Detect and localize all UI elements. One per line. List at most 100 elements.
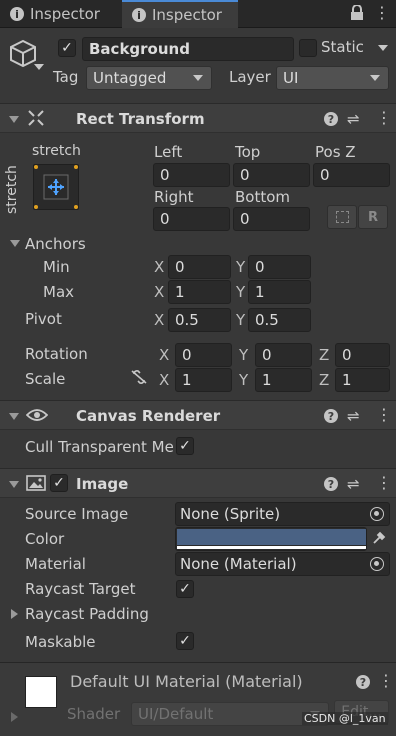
anchor-max-x-field[interactable]: 1 (168, 280, 231, 304)
cull-transparent-checkbox[interactable]: ✓ (176, 437, 194, 455)
scale-x-field[interactable]: 1 (175, 368, 232, 392)
collapse-icon[interactable] (9, 116, 19, 123)
rotation-y-label: Y (239, 346, 249, 364)
tab-inspector-1[interactable]: i Inspector (0, 0, 118, 28)
anchor-min-y-field[interactable]: 0 (248, 255, 311, 279)
bottom-label: Bottom (235, 188, 291, 206)
anchor-preset-top-label: stretch (32, 143, 81, 159)
raycast-padding-expand-icon[interactable] (11, 609, 18, 619)
shader-dropdown[interactable]: UI/Default (131, 702, 329, 726)
more-menu-icon[interactable]: ⋮ (374, 4, 390, 22)
rotation-label: Rotation (25, 345, 88, 363)
max-y-label: Y (236, 283, 246, 301)
anchors-collapse-icon[interactable] (10, 240, 20, 247)
icon-dropdown-arrow[interactable] (34, 64, 44, 70)
material-expand-icon[interactable] (11, 712, 18, 722)
rect-transform-icon (28, 110, 44, 130)
rotation-z-label: Z (319, 346, 330, 364)
max-x-label: X (154, 283, 165, 301)
info-icon: i (10, 7, 24, 21)
tag-dropdown[interactable]: Untagged (86, 66, 212, 90)
pivot-y-field[interactable]: 0.5 (248, 308, 311, 332)
object-picker-icon[interactable] (370, 557, 384, 571)
top-field[interactable]: 0 (233, 163, 310, 187)
posz-field[interactable]: 0 (313, 163, 390, 187)
static-label: Static (321, 38, 364, 56)
help-icon[interactable]: ? (356, 675, 370, 689)
pivot-y-label: Y (236, 311, 246, 329)
rect-transform-title: Rect Transform (76, 110, 205, 128)
rect-transform-header[interactable]: Rect Transform ? ⇌ ⋮ (0, 103, 396, 133)
scale-y-field[interactable]: 1 (255, 368, 312, 392)
scale-label: Scale (25, 370, 66, 388)
bottom-field[interactable]: 0 (233, 207, 310, 231)
static-dropdown-arrow[interactable] (378, 45, 388, 51)
preset-icon[interactable]: ⇌ (347, 475, 360, 493)
preset-icon[interactable]: ⇌ (347, 110, 360, 128)
anchor-max-y-field[interactable]: 1 (248, 280, 311, 304)
canvas-renderer-title: Canvas Renderer (76, 407, 221, 425)
left-field[interactable]: 0 (153, 163, 230, 187)
shader-value: UI/Default (138, 705, 214, 723)
collapse-icon[interactable] (9, 413, 19, 420)
name-field[interactable]: Background (82, 37, 294, 61)
static-checkbox[interactable] (299, 39, 317, 57)
rotation-y-field[interactable]: 0 (255, 343, 312, 367)
blueprint-icon (336, 211, 349, 223)
more-menu-icon[interactable]: ⋮ (376, 108, 392, 127)
raycast-target-label: Raycast Target (25, 580, 136, 598)
image-enabled-checkbox[interactable]: ✓ (50, 474, 68, 492)
right-label: Right (154, 188, 194, 206)
tag-value: Untagged (93, 69, 167, 87)
eye-icon (25, 407, 49, 427)
more-menu-icon[interactable]: ⋮ (378, 671, 394, 690)
material-field[interactable]: None (Material) (175, 552, 390, 576)
blueprint-mode-button[interactable] (327, 205, 357, 229)
raycast-target-checkbox[interactable]: ✓ (176, 580, 194, 598)
tag-label: Tag (53, 68, 79, 86)
layer-value: UI (283, 69, 299, 87)
object-picker-icon[interactable] (370, 507, 384, 521)
image-icon (26, 475, 46, 495)
anchor-preset-button[interactable] (33, 164, 79, 210)
source-image-field[interactable]: None (Sprite) (175, 502, 390, 526)
pivot-x-field[interactable]: 0.5 (168, 308, 231, 332)
raw-edit-button[interactable]: R (358, 205, 388, 229)
color-label: Color (25, 530, 65, 548)
rotation-x-field[interactable]: 0 (175, 343, 232, 367)
material-value: None (Material) (180, 555, 297, 573)
shader-label: Shader (67, 705, 121, 723)
anchor-min-x-field[interactable]: 0 (168, 255, 231, 279)
posz-label: Pos Z (315, 143, 356, 161)
right-field[interactable]: 0 (153, 207, 230, 231)
image-component-header[interactable]: ✓ Image ? ⇌ ⋮ (0, 468, 396, 498)
alpha-bar (177, 546, 366, 549)
more-menu-icon[interactable]: ⋮ (376, 473, 392, 492)
preset-icon[interactable]: ⇌ (347, 407, 360, 425)
canvas-renderer-header[interactable]: Canvas Renderer ? ⇌ ⋮ (0, 400, 396, 430)
constrain-proportions-icon[interactable] (130, 369, 148, 389)
max-label: Max (43, 283, 75, 301)
tab-inspector-2[interactable]: i Inspector (122, 0, 238, 28)
lock-icon[interactable] (350, 4, 364, 21)
help-icon[interactable]: ? (324, 477, 338, 491)
color-field[interactable] (175, 527, 367, 551)
rotation-x-label: X (159, 346, 170, 364)
help-icon[interactable]: ? (324, 409, 338, 423)
anchor-preset-side-label: stretch (4, 165, 20, 214)
help-icon[interactable]: ? (324, 112, 338, 126)
color-swatch (177, 529, 366, 545)
collapse-icon[interactable] (9, 481, 19, 488)
info-icon: i (132, 8, 146, 22)
maskable-checkbox[interactable]: ✓ (176, 632, 194, 650)
scale-z-field[interactable]: 1 (335, 368, 390, 392)
pivot-x-label: X (154, 311, 165, 329)
watermark: CSDN @l_1van (302, 712, 388, 725)
more-menu-icon[interactable]: ⋮ (376, 405, 392, 424)
active-checkbox[interactable]: ✓ (58, 39, 76, 57)
eyedropper-icon[interactable] (371, 530, 387, 550)
min-y-label: Y (236, 258, 246, 276)
top-label: Top (235, 143, 261, 161)
rotation-z-field[interactable]: 0 (335, 343, 390, 367)
layer-dropdown[interactable]: UI (276, 66, 389, 90)
